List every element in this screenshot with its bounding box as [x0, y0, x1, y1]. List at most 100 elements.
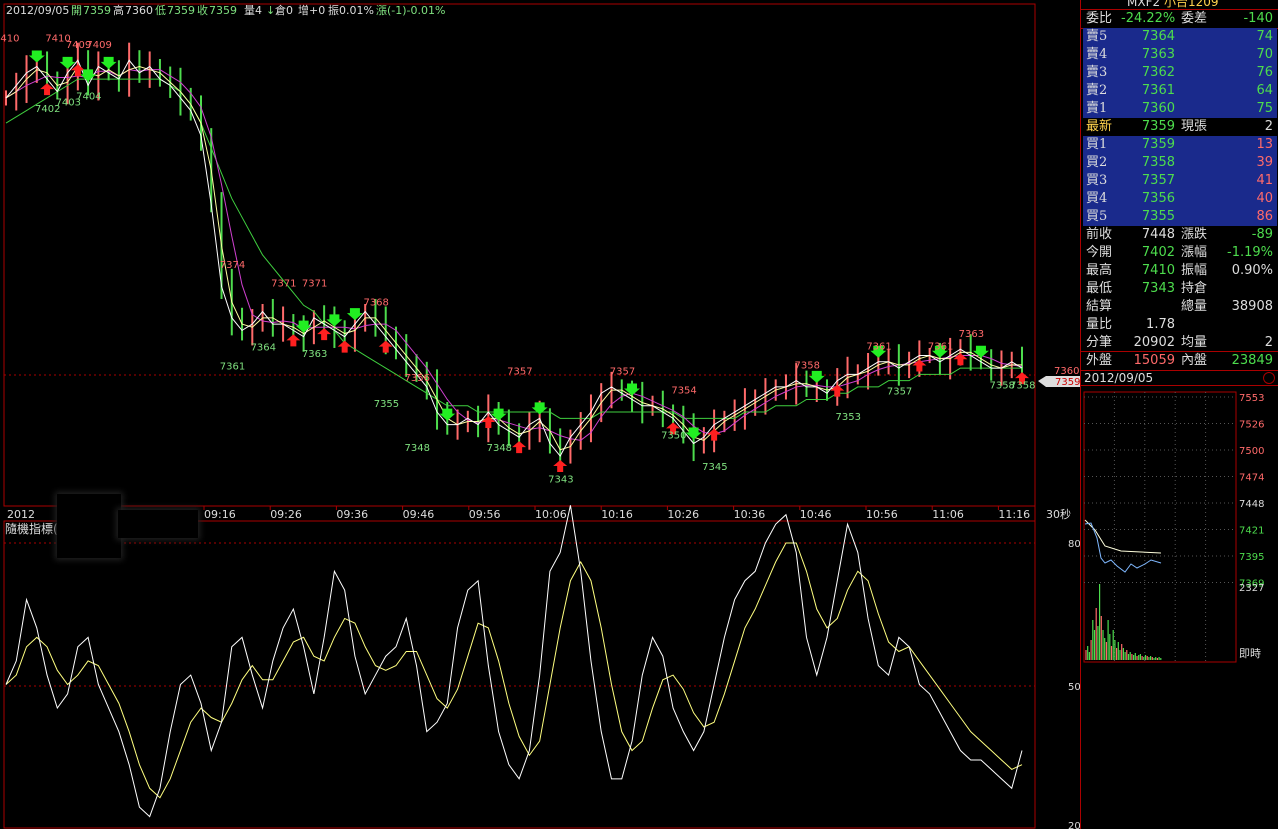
time-tick-label: 10:56 [866, 508, 898, 521]
bid-row: 買2 7358 39 [1083, 154, 1277, 172]
bid-qty: 86 [1256, 209, 1273, 224]
stat-label-2: 總量 [1181, 299, 1208, 314]
main-chart[interactable]: 7410741074097409740274037404737473717371… [0, 0, 1080, 829]
stat-label: 量比 [1086, 317, 1113, 332]
price-extreme-label: 7357 [887, 387, 912, 398]
price-extreme-label: 7364 [251, 343, 276, 354]
time-tick-label: 09:46 [403, 508, 435, 521]
ask-label: 賣3 [1086, 65, 1108, 80]
ask-price: 7364 [1141, 29, 1175, 44]
price-extreme-label: 7358 [794, 360, 819, 371]
mini-axis-label: 7474 [1239, 473, 1264, 484]
stat-row: 最高 7410 振幅 0.90% [1083, 262, 1277, 280]
stat-row: 前收 7448 漲跌 -89 [1083, 226, 1277, 244]
masked-region [57, 494, 121, 558]
kd-k-line [5, 505, 1023, 818]
time-tick-label: 10:16 [601, 508, 633, 521]
kd-d-line [5, 542, 1023, 799]
buy-signal-arrow-icon [553, 460, 568, 473]
header-amp: 振0.01% [328, 3, 374, 17]
wb-label: 委比 [1086, 11, 1113, 26]
stat-row: 量比 1.78 [1083, 316, 1277, 334]
header-low-label: 低 [155, 4, 166, 17]
ask-qty: 64 [1256, 83, 1273, 98]
bid-label: 買2 [1086, 155, 1108, 170]
stat-label: 前收 [1086, 227, 1113, 242]
ask-row: 賣4 7363 70 [1083, 46, 1277, 64]
ma-short-line [5, 65, 1022, 451]
bid-row: 買3 7357 41 [1083, 172, 1277, 190]
price-extreme-label: 7374 [220, 260, 245, 271]
buy-signal-arrow-icon [317, 328, 332, 341]
price-extreme-label: 7409 [86, 40, 111, 51]
sell-signal-arrow-icon [326, 314, 343, 327]
stat-value-2: 38908 [1231, 299, 1273, 314]
price-extreme-label: 7358 [1010, 380, 1035, 391]
current-price-tag: 7359 [1055, 377, 1080, 388]
last-price: 7359 [1141, 119, 1175, 134]
sell-signal-arrow-icon [439, 408, 456, 421]
indicator-title[interactable]: 隨機指標( [5, 521, 58, 536]
bid-price: 7357 [1141, 173, 1175, 188]
stat-label-2: 均量 [1181, 335, 1208, 350]
price-extreme-label: 7410 [0, 34, 19, 45]
header-high-label: 高 [113, 3, 124, 17]
quote-name: 小台1209 [1163, 0, 1219, 9]
quote-symbol: MXF2 [1127, 0, 1161, 9]
ask-price: 7362 [1141, 65, 1175, 80]
bid-price: 7356 [1141, 191, 1175, 206]
bid-qty: 13 [1256, 137, 1273, 152]
kd-lines [5, 505, 1023, 818]
time-tick-label: 10:26 [667, 508, 699, 521]
bid-row: 買5 7355 86 [1083, 208, 1277, 226]
ask-row: 賣3 7362 76 [1083, 64, 1277, 82]
mini-realtime-label: 即時 [1239, 647, 1261, 660]
header-high: 7360 [125, 4, 153, 17]
stat-value-2: 2 [1264, 335, 1273, 350]
buy-signal-arrow-icon [512, 441, 527, 454]
stat-row: 今開 7402 漲幅 -1.19% [1083, 244, 1277, 262]
ask-row: 賣1 7360 75 [1083, 100, 1277, 118]
bid-qty: 39 [1256, 155, 1273, 170]
price-extreme-label: 7357 [610, 367, 635, 378]
ask-price: 7361 [1141, 83, 1175, 98]
outer-label: 外盤 [1086, 353, 1113, 368]
header-volume: 量4 [244, 4, 262, 17]
last-price-row: 最新 7359 現張 2 [1083, 118, 1277, 136]
ask-label: 賣1 [1086, 101, 1108, 116]
cur-label: 現張 [1181, 119, 1208, 134]
crosshair-icon[interactable] [1263, 372, 1275, 384]
masked-region-2 [118, 510, 198, 538]
bid-price: 7359 [1141, 137, 1175, 152]
buy-signal-arrow-icon [286, 334, 301, 347]
time-tick-label: 09:16 [204, 508, 236, 521]
header-date: 2012/09/05 [6, 4, 69, 17]
quote-ratio-row: 委比 -24.22% 委差 -140 [1083, 10, 1277, 28]
inner-label: 內盤 [1181, 353, 1208, 368]
price-extreme-label: 7343 [548, 475, 573, 486]
cur-qty: 2 [1264, 119, 1273, 134]
stat-value: 20902 [1133, 335, 1175, 350]
time-tick-label: 11:06 [932, 508, 964, 521]
ask-label: 賣5 [1086, 29, 1108, 44]
bid-row: 買4 7356 40 [1083, 190, 1277, 208]
last-label: 最新 [1086, 119, 1113, 134]
stat-value: 7448 [1141, 227, 1175, 242]
stat-label-2: 漲幅 [1181, 245, 1208, 260]
time-interval: 30秒 [1046, 507, 1071, 521]
price-extreme-label: 7354 [671, 385, 696, 396]
header-change: 漲(-1)-0.01% [376, 4, 445, 17]
ask-row: 賣5 7364 74 [1083, 28, 1277, 46]
time-tick-label: 10:46 [800, 508, 832, 521]
time-tick-label: 09:56 [469, 508, 501, 521]
ask-price: 7363 [1141, 47, 1175, 62]
wc-label: 委差 [1181, 11, 1208, 26]
stat-value: 7343 [1141, 281, 1175, 296]
sell-signal-arrow-icon [346, 308, 363, 321]
outer-value: 15059 [1133, 353, 1175, 368]
stat-value-2: 0.90% [1231, 263, 1273, 278]
header-oi: 倉0 [275, 3, 293, 17]
stat-value-2: -89 [1251, 227, 1273, 242]
indicator-axis-20: 20 [1068, 821, 1080, 829]
stat-value: 1.78 [1146, 317, 1175, 332]
